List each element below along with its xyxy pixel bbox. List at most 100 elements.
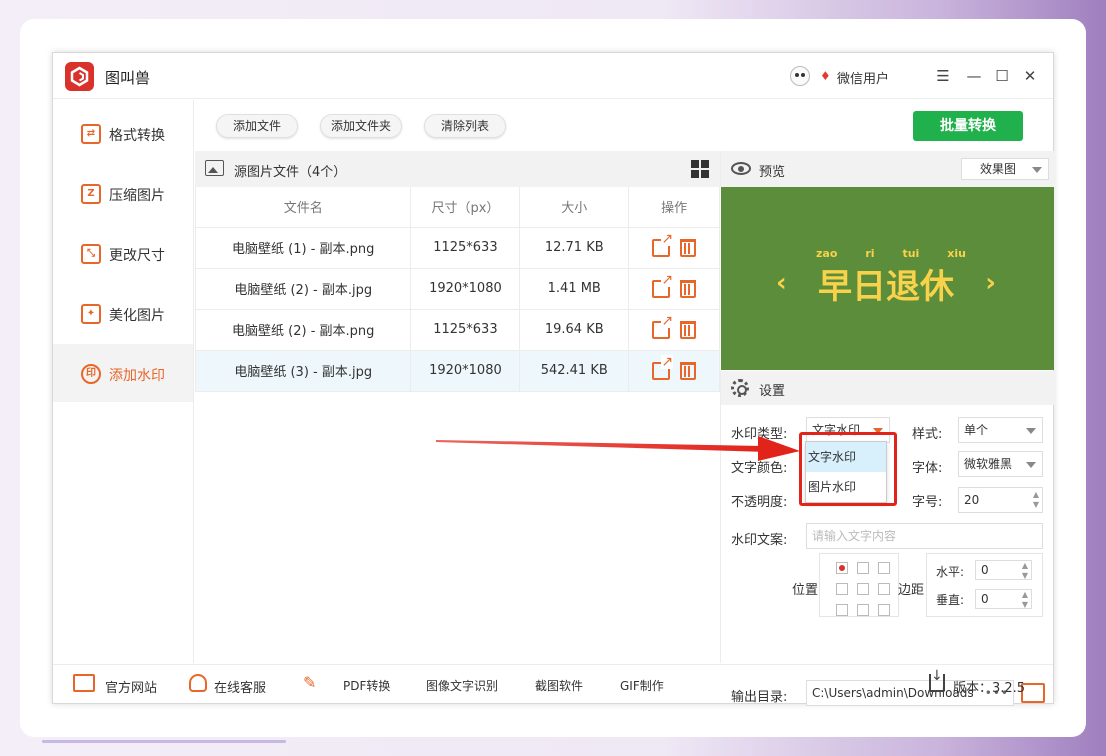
add-file-button[interactable]: 添加文件 (216, 114, 298, 138)
watermark-text-placeholder: 请输入文字内容 (812, 529, 897, 543)
font-size-stepper[interactable]: 20 ▲ ▼ (958, 487, 1043, 513)
margin-label: 边距 (898, 583, 925, 598)
table-row[interactable]: 电脑壁纸 (2) - 副本.jpg 1920*1080 1.41 MB (194, 267, 720, 310)
sidebar-item-resize[interactable]: ⤡ 更改尺寸 (53, 224, 193, 282)
avatar[interactable] (790, 66, 810, 86)
position-label: 位置 (792, 583, 819, 598)
sidebar-item-beautify[interactable]: ✦ 美化图片 (53, 284, 193, 342)
settings-header: 设置 (720, 371, 1055, 405)
position-cell-bottom-left[interactable] (836, 604, 848, 616)
table-row[interactable]: 电脑壁纸 (2) - 副本.png 1125*633 19.64 KB (194, 308, 720, 351)
support-link[interactable]: 在线客服 (214, 677, 266, 696)
grid-view-icon[interactable] (691, 160, 709, 178)
position-cell-middle-right[interactable] (878, 583, 890, 595)
open-file-icon[interactable] (652, 231, 674, 257)
file-list-title: 源图片文件（4个） (234, 165, 347, 180)
delete-icon[interactable] (680, 361, 697, 380)
sidebar-item-label: 添加水印 (109, 368, 165, 384)
watermark-text-input[interactable]: 请输入文字内容 (806, 523, 1043, 549)
app-title: 图叫兽 (105, 69, 151, 87)
settings-title: 设置 (759, 384, 786, 399)
stepper-arrows-icon[interactable]: ▲ ▼ (1022, 590, 1028, 610)
image-icon (205, 160, 224, 176)
delete-icon[interactable] (680, 279, 697, 298)
sidebar-item-label: 美化图片 (109, 308, 165, 324)
file-size: 542.41 KB (519, 349, 630, 392)
column-header: 尺寸（px） (410, 187, 521, 228)
sidebar-item-label: 压缩图片 (109, 188, 165, 204)
vertical-margin-stepper[interactable]: 0 ▲ ▼ (975, 589, 1032, 609)
horizontal-label: 水平: (936, 565, 965, 579)
sidebar-item-format-convert[interactable]: ⇄ 格式转换 (53, 104, 193, 162)
vertical-label: 垂直: (936, 593, 965, 607)
open-file-icon[interactable] (652, 354, 674, 380)
horizontal-value: 0 (981, 563, 989, 577)
open-file-icon[interactable] (652, 272, 674, 298)
file-actions (628, 349, 720, 392)
preview-text: 早日退休 (818, 266, 954, 307)
brush-icon: ✎ (303, 673, 317, 692)
compress-icon: Z (81, 184, 101, 204)
stepper-arrows-icon[interactable]: ▲ ▼ (1033, 490, 1039, 510)
table-header-row: 文件名 尺寸（px） 大小 操作 (194, 187, 720, 228)
red-arrow-annotation (436, 436, 800, 461)
delete-icon[interactable] (680, 238, 697, 257)
preview-mode-select[interactable]: 效果图 (961, 158, 1049, 180)
opacity-label: 不透明度: (731, 495, 788, 510)
file-size: 1.41 MB (519, 267, 630, 310)
batch-convert-button[interactable]: 批量转换 (913, 111, 1023, 141)
gif-link[interactable]: GIF制作 (620, 677, 664, 694)
maximize-icon[interactable]: ☐ (991, 65, 1013, 87)
minimize-icon[interactable]: — (963, 65, 985, 87)
horizontal-margin-stepper[interactable]: 0 ▲ ▼ (975, 560, 1032, 580)
pdf-link[interactable]: PDF转换 (343, 677, 390, 694)
sidebar-item-compress[interactable]: Z 压缩图片 (53, 164, 193, 222)
logo-icon (65, 62, 94, 91)
format-convert-icon: ⇄ (81, 124, 101, 144)
font-size-value: 20 (964, 493, 980, 507)
preview-mode-value: 效果图 (980, 162, 1017, 176)
add-folder-button[interactable]: 添加文件夹 (320, 114, 402, 138)
version-label: 版本：3.2.5 (953, 681, 1026, 696)
close-icon[interactable]: ✕ (1019, 65, 1041, 87)
chevron-down-icon (1026, 462, 1036, 468)
open-file-icon[interactable] (652, 313, 674, 339)
vip-icon: ♦ (820, 69, 831, 83)
position-cell-top-right[interactable] (878, 562, 890, 574)
chevron-down-icon (1032, 167, 1042, 173)
position-cell-top-center[interactable] (857, 562, 869, 574)
sidebar-item-watermark[interactable]: 印 添加水印 (53, 344, 193, 402)
position-cell-middle-left[interactable] (836, 583, 848, 595)
download-icon (929, 668, 945, 692)
font-select[interactable]: 微软雅黑 (958, 451, 1043, 477)
website-link[interactable]: 官方网站 (105, 677, 157, 696)
style-label: 样式: (912, 427, 943, 442)
file-dims: 1920*1080 (410, 267, 521, 310)
screenshot-link[interactable]: 截图软件 (535, 677, 583, 694)
chevron-down-icon (1026, 428, 1036, 434)
vertical-value: 0 (981, 592, 989, 606)
watermark-text-label: 水印文案: (731, 533, 788, 548)
monitor-icon (73, 674, 95, 692)
position-cell-top-left[interactable] (836, 562, 848, 574)
font-size-label: 字号: (912, 495, 943, 510)
ocr-link[interactable]: 图像文字识别 (426, 677, 498, 694)
clear-list-button[interactable]: 清除列表 (424, 114, 506, 138)
position-cell-bottom-right[interactable] (878, 604, 890, 616)
style-select[interactable]: 单个 (958, 417, 1043, 443)
stepper-arrows-icon[interactable]: ▲ ▼ (1022, 561, 1028, 581)
column-header: 文件名 (194, 187, 412, 228)
menu-icon[interactable]: ☰ (932, 65, 954, 87)
delete-icon[interactable] (680, 320, 697, 339)
file-dims: 1920*1080 (410, 349, 521, 392)
position-cell-bottom-center[interactable] (857, 604, 869, 616)
column-header: 操作 (628, 187, 720, 228)
user-name[interactable]: 微信用户 (837, 68, 889, 87)
preview-title: 预览 (759, 165, 786, 180)
position-cell-center[interactable] (857, 583, 869, 595)
style-value: 单个 (964, 423, 989, 437)
table-row[interactable]: 电脑壁纸 (1) - 副本.png 1125*633 12.71 KB (194, 226, 720, 269)
preview-left-arrow: ‹ (776, 268, 787, 298)
file-size: 19.64 KB (519, 308, 630, 351)
table-row[interactable]: 电脑壁纸 (3) - 副本.jpg 1920*1080 542.41 KB (194, 349, 720, 392)
